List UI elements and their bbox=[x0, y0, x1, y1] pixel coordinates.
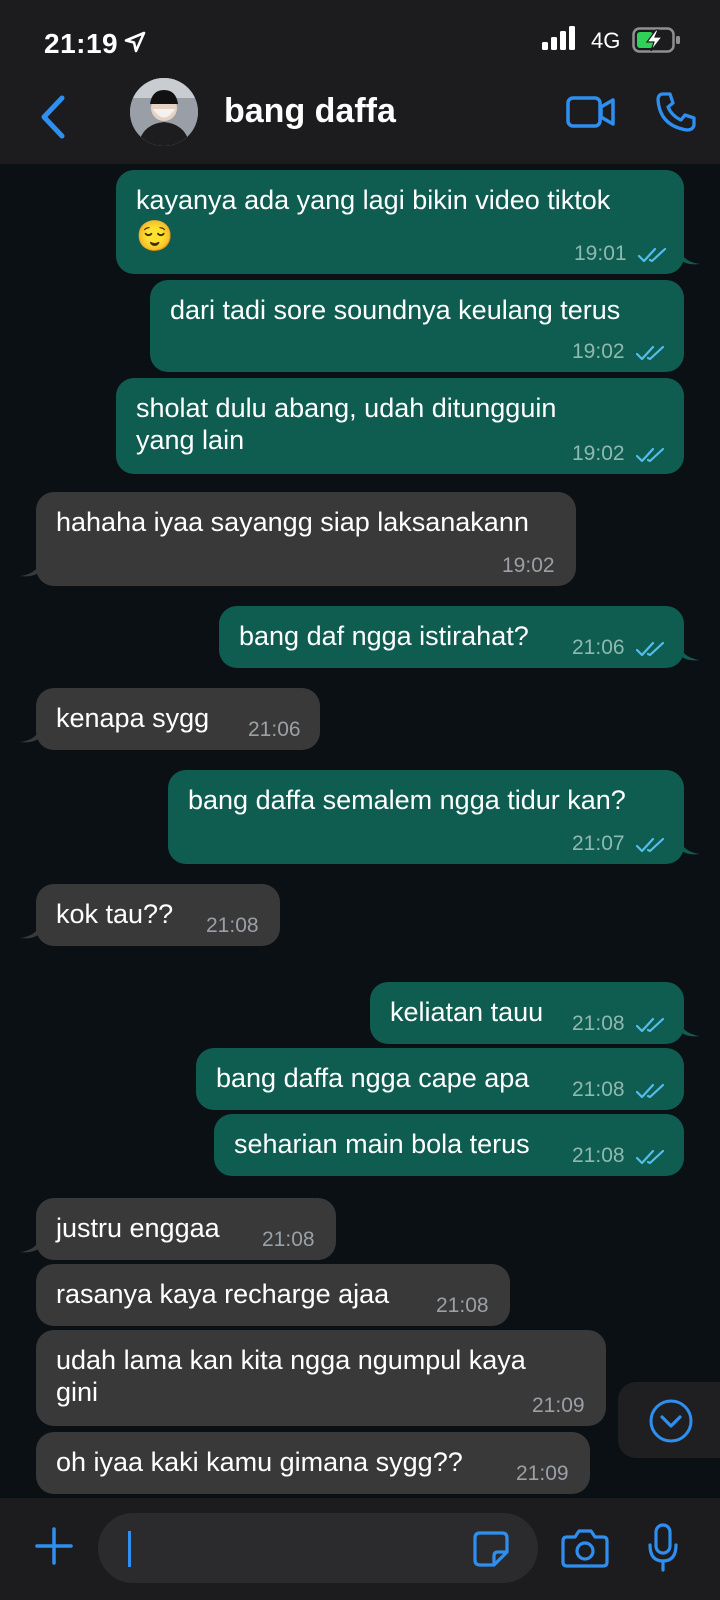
message-time: 21:08 bbox=[206, 914, 259, 937]
avatar[interactable] bbox=[130, 78, 198, 146]
message-text: udah lama kan kita ngga ngumpul kaya bbox=[56, 1345, 526, 1375]
read-ticks-icon bbox=[635, 1148, 669, 1171]
message-time: 21:09 bbox=[516, 1462, 569, 1485]
read-ticks-icon bbox=[635, 344, 669, 367]
read-ticks-icon bbox=[635, 836, 669, 859]
sticker-icon[interactable] bbox=[472, 1530, 510, 1573]
message-text: kok tau?? bbox=[56, 899, 174, 929]
message-text: justru enggaa bbox=[56, 1213, 220, 1243]
plus-icon[interactable] bbox=[34, 1526, 74, 1571]
read-ticks-icon bbox=[635, 1082, 669, 1105]
bubble-tail bbox=[20, 724, 42, 743]
message-text: bang daffa semalem ngga tidur kan? bbox=[188, 785, 626, 815]
message-text: dari tadi sore soundnya keulang terus bbox=[170, 295, 621, 325]
message-bubble-incoming[interactable]: kok tau?? 21:08 bbox=[20, 884, 280, 946]
message-bubble-outgoing[interactable]: bang daffa semalem ngga tidur kan? 21:07 bbox=[168, 770, 700, 864]
message-time: 21:09 bbox=[532, 1394, 585, 1417]
message-time: 19:02 bbox=[572, 442, 625, 465]
message-text: rasanya kaya recharge ajaa bbox=[56, 1279, 390, 1309]
message-bubble-outgoing[interactable]: sholat dulu abang, udah ditungguin yang … bbox=[116, 378, 684, 474]
bubble-tail bbox=[678, 836, 700, 855]
signal-bars-icon bbox=[542, 26, 576, 55]
message-time: 21:07 bbox=[572, 832, 625, 855]
phone-call-icon[interactable] bbox=[654, 90, 698, 139]
camera-icon[interactable] bbox=[561, 1528, 609, 1573]
scroll-to-bottom-button[interactable] bbox=[618, 1382, 720, 1458]
video-call-icon[interactable] bbox=[566, 94, 616, 135]
message-time: 21:06 bbox=[248, 718, 301, 741]
message-text: keliatan tauu bbox=[390, 997, 544, 1027]
message-bubble-incoming[interactable]: udah lama kan kita ngga ngumpul kaya gin… bbox=[36, 1330, 606, 1426]
message-bubble-outgoing[interactable]: kayanya ada yang lagi bikin video tiktok… bbox=[116, 170, 700, 274]
read-ticks-icon bbox=[635, 640, 669, 663]
read-ticks-icon bbox=[637, 246, 671, 269]
message-text: oh iyaa kaki kamu gimana sygg?? bbox=[56, 1447, 463, 1477]
battery-charging-icon bbox=[632, 27, 682, 58]
message-bubble-outgoing[interactable]: seharian main bola terus 21:08 bbox=[214, 1114, 684, 1176]
message-time: 21:08 bbox=[572, 1078, 625, 1101]
read-ticks-icon bbox=[635, 446, 669, 469]
message-text: yang lain bbox=[136, 425, 245, 455]
message-time: 21:08 bbox=[572, 1012, 625, 1035]
message-bubble-incoming[interactable]: justru enggaa 21:08 bbox=[20, 1198, 336, 1260]
message-text: hahaha iyaa sayangg siap laksanakann bbox=[56, 507, 529, 537]
message-text: bang daf ngga istirahat? bbox=[239, 621, 529, 651]
bubble-tail bbox=[678, 1018, 700, 1037]
message-bubble-incoming[interactable]: kenapa sygg 21:06 bbox=[20, 688, 320, 750]
message-time: 21:08 bbox=[262, 1228, 315, 1251]
message-text: kenapa sygg bbox=[56, 703, 210, 733]
contact-name[interactable]: bang daffa bbox=[224, 92, 396, 131]
message-input[interactable] bbox=[98, 1513, 538, 1583]
message-text: 😌 bbox=[136, 220, 174, 253]
message-bubble-outgoing[interactable]: bang daffa ngga cape apa 21:08 bbox=[196, 1048, 684, 1110]
message-bubble-incoming[interactable]: oh iyaa kaki kamu gimana sygg?? 21:09 bbox=[36, 1432, 590, 1494]
message-bubble-incoming[interactable]: rasanya kaya recharge ajaa 21:08 bbox=[36, 1264, 510, 1326]
text-cursor bbox=[128, 1531, 131, 1567]
status-time: 21:19 bbox=[44, 28, 119, 59]
read-ticks-icon bbox=[635, 1016, 669, 1039]
message-bubble-outgoing[interactable]: keliatan tauu 21:08 bbox=[370, 982, 700, 1044]
message-time: 19:02 bbox=[502, 554, 555, 577]
message-time: 19:02 bbox=[572, 340, 625, 363]
bubble-tail bbox=[20, 920, 42, 939]
network-type: 4G bbox=[591, 28, 621, 53]
chevron-down-circle-icon bbox=[648, 1398, 694, 1449]
message-text: kayanya ada yang lagi bikin video tiktok bbox=[136, 185, 611, 215]
message-text: gini bbox=[56, 1377, 99, 1407]
message-bubble-outgoing[interactable]: bang daf ngga istirahat? 21:06 bbox=[219, 606, 700, 668]
message-text: seharian main bola terus bbox=[234, 1129, 530, 1159]
microphone-icon[interactable] bbox=[646, 1523, 680, 1578]
back-chevron-icon[interactable] bbox=[34, 90, 74, 144]
message-bubble-outgoing[interactable]: dari tadi sore soundnya keulang terus 19… bbox=[150, 280, 684, 372]
message-list[interactable]: kayanya ada yang lagi bikin video tiktok… bbox=[0, 164, 720, 1498]
message-time: 21:08 bbox=[436, 1294, 489, 1317]
message-text: sholat dulu abang, udah ditungguin bbox=[136, 393, 557, 423]
message-text: bang daffa ngga cape apa bbox=[216, 1063, 530, 1093]
bubble-tail bbox=[20, 558, 42, 577]
location-arrow-icon bbox=[124, 31, 146, 58]
bubble-tail bbox=[20, 1234, 42, 1253]
status-bar: 21:19 4G bbox=[0, 0, 720, 82]
message-time: 21:08 bbox=[572, 1144, 625, 1167]
message-bubble-incoming[interactable]: hahaha iyaa sayangg siap laksanakann 19:… bbox=[20, 492, 576, 586]
bubble-tail bbox=[678, 246, 700, 265]
message-time: 19:01 bbox=[574, 242, 627, 265]
chat-header: bang daffa bbox=[0, 78, 720, 164]
bubble-tail bbox=[678, 642, 700, 661]
message-time: 21:06 bbox=[572, 636, 625, 659]
message-composer bbox=[0, 1498, 720, 1600]
